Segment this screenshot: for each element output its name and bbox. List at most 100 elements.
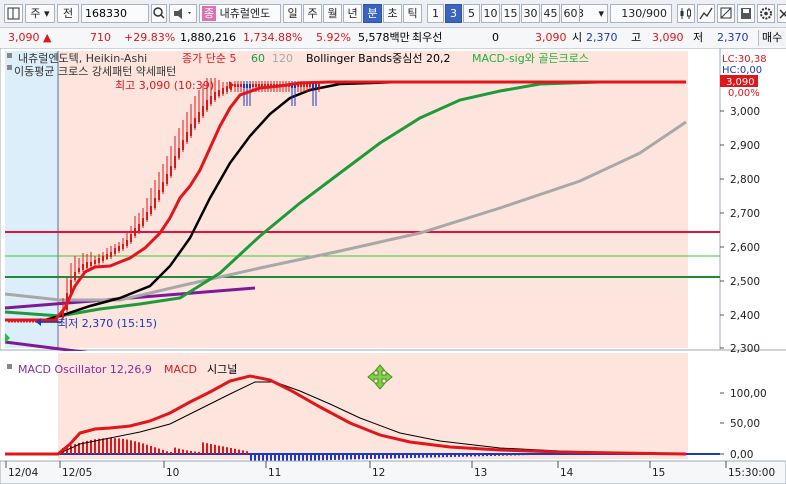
current-price-value: 3,090 xyxy=(8,31,40,44)
legend-macd-signal[interactable]: MACD-sig와 골든크로스 xyxy=(472,52,589,65)
oscillator-bar xyxy=(414,454,416,458)
candle-body xyxy=(174,156,176,168)
candle-body xyxy=(166,174,168,184)
legend-signal[interactable]: 시그널 xyxy=(207,363,237,376)
oscillator-bar xyxy=(366,454,368,460)
interval-5-button[interactable]: 5 xyxy=(463,4,480,23)
oscillator-bar xyxy=(486,454,488,457)
settings-icon[interactable] xyxy=(757,4,775,23)
speaker-icon[interactable] xyxy=(169,4,197,23)
candle-body xyxy=(214,92,216,100)
legend-stock[interactable]: 내츄럴엔도텍, Heikin-Ashi xyxy=(18,52,147,65)
period-0-button[interactable]: 일 xyxy=(283,4,302,23)
interval-10-button[interactable]: 10 xyxy=(481,4,500,23)
interval-15-button[interactable]: 15 xyxy=(501,4,520,23)
candle-body xyxy=(243,84,245,88)
open-label: 시 xyxy=(572,31,583,44)
candle-body xyxy=(170,166,172,176)
legend-handle-icon xyxy=(7,53,12,58)
period-1-button[interactable]: 주 xyxy=(303,4,322,23)
oscillator-bar xyxy=(450,454,452,457)
oscillator-bar xyxy=(242,450,244,454)
period-5-button[interactable]: 초 xyxy=(383,4,402,23)
period-6-button[interactable]: 틱 xyxy=(403,4,422,23)
oscillator-bar xyxy=(130,440,132,454)
legend-pattern[interactable]: 이동평균 크로스 강세패턴 약세패턴 xyxy=(14,64,176,78)
high-annotation: 최고 3,090 (10:39) xyxy=(115,79,214,92)
interval-3-button[interactable]: 3 xyxy=(445,4,462,23)
candle-body xyxy=(234,84,236,87)
time-axis xyxy=(0,460,786,484)
layout-icon[interactable] xyxy=(4,4,23,23)
time-label: 11 xyxy=(268,467,281,479)
oscillator-bar xyxy=(98,438,100,454)
legend-ma120[interactable]: 120 xyxy=(272,52,293,65)
time-label: 12/04 xyxy=(8,467,39,479)
legend-bollinger[interactable]: Bollinger Bands중심선 20,2 xyxy=(306,52,451,65)
oscillator-bar xyxy=(282,454,284,462)
oscillator-bar xyxy=(310,454,312,461)
time-label: 10 xyxy=(166,467,179,479)
bid-label: 최우선 xyxy=(412,31,443,44)
oscillator-bar xyxy=(466,454,468,457)
oscillator-bar xyxy=(126,439,128,454)
oscillator-bar xyxy=(166,451,168,454)
search-icon[interactable] xyxy=(151,4,167,23)
stock-code-input[interactable] xyxy=(81,4,149,23)
candle-body xyxy=(186,132,188,142)
oscillator-bar xyxy=(442,454,444,458)
chart-area[interactable]: 최고 3,090 (10:39) 최저 2,370 (15:15) 내츄럴엔도텍… xyxy=(0,48,786,484)
candle-body xyxy=(306,84,308,87)
time-label: 13 xyxy=(474,467,487,479)
oscillator-bar xyxy=(330,454,332,460)
candle-body xyxy=(86,262,88,268)
oscillator-bar xyxy=(490,454,492,456)
oscillator-bar xyxy=(158,448,160,454)
oscillator-bar xyxy=(342,454,344,460)
interval-45-button[interactable]: 45 xyxy=(541,4,560,23)
candle-body xyxy=(206,100,208,110)
count-input[interactable]: 130/900 xyxy=(610,4,672,23)
oscillator-bar xyxy=(322,454,324,461)
oscillator-bar xyxy=(378,454,380,459)
legend-macd-oscillator[interactable]: MACD Oscillator 12,26,9 xyxy=(18,363,152,376)
candle-body xyxy=(102,256,104,261)
trade-button[interactable]: 매수 xyxy=(758,30,786,46)
candle-body xyxy=(198,112,200,122)
candle-body xyxy=(114,248,116,254)
period-3-button[interactable]: 년 xyxy=(343,4,362,23)
save-icon[interactable] xyxy=(737,4,755,23)
oscillator-bar xyxy=(302,454,304,461)
interval-60-button[interactable]: 60 xyxy=(561,4,580,23)
candle-icon[interactable] xyxy=(677,4,695,23)
period-2-button[interactable]: 월 xyxy=(323,4,342,23)
oscillator-bar xyxy=(278,454,280,462)
volume: 1,880,216 xyxy=(180,31,236,44)
period-4-button[interactable]: 분 xyxy=(363,4,382,23)
candle-body xyxy=(110,252,112,257)
interval-1-button[interactable]: 1 xyxy=(427,4,444,23)
stock-name-box[interactable]: 종 내츄럴엔도 xyxy=(199,4,281,23)
legend-ma5[interactable]: 종가 단순 5 xyxy=(182,52,236,65)
drawing-icon[interactable] xyxy=(717,4,735,23)
period-button[interactable]: 전 xyxy=(57,4,79,23)
legend-macd[interactable]: MACD xyxy=(164,363,197,376)
oscillator-bar xyxy=(334,454,336,460)
turnover-ratio: 5.92% xyxy=(316,31,351,44)
interval-30-button[interactable]: 30 xyxy=(521,4,540,23)
legend-ma60[interactable]: 60 xyxy=(251,52,265,65)
stock-code-field[interactable] xyxy=(82,5,148,22)
close-icon[interactable] xyxy=(777,4,786,23)
oscillator-bar xyxy=(462,454,464,457)
market-select[interactable]: 주 ▾ xyxy=(25,4,55,23)
oscillator-bar xyxy=(506,454,508,456)
oscillator-bar xyxy=(534,454,536,455)
oscillator-bar xyxy=(106,438,108,454)
macd-axis: 100,00 50,00 0,00 xyxy=(720,388,767,461)
price-label: 2,300 xyxy=(730,343,760,355)
ask-value: 3,090 xyxy=(535,31,567,44)
cross-icon[interactable] xyxy=(697,4,715,23)
oscillator-bar xyxy=(218,445,220,454)
oscillator-bar xyxy=(306,454,308,461)
oscillator-bar xyxy=(438,454,440,458)
